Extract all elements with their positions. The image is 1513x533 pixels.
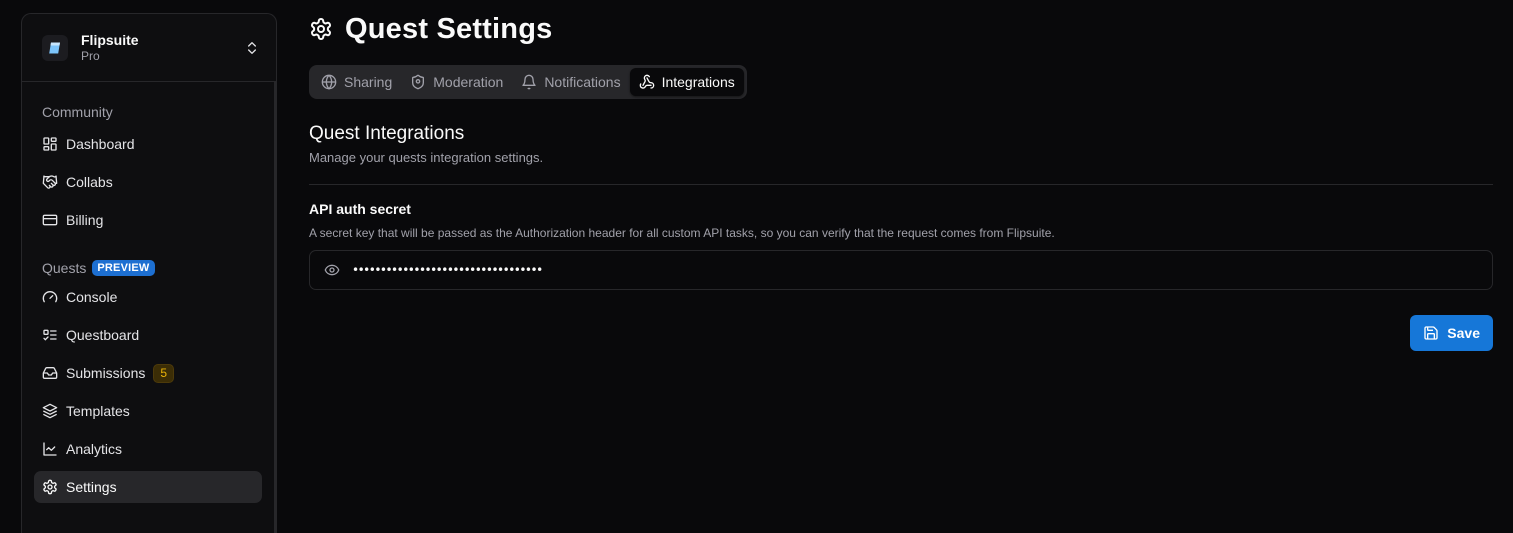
credit-card-icon <box>42 212 58 228</box>
preview-badge: PREVIEW <box>92 260 155 276</box>
gear-icon <box>309 17 333 41</box>
sidebar-item-dashboard[interactable]: Dashboard <box>34 128 262 160</box>
main-content: Quest Settings Sharing Moderation Notifi… <box>309 0 1493 351</box>
tab-label: Notifications <box>544 74 621 90</box>
sidebar-item-label: Console <box>66 289 118 305</box>
group-label-text: Quests <box>42 260 87 276</box>
shield-icon <box>412 74 425 90</box>
sidebar: Flipsuite Pro Community Dashboard Collab… <box>21 13 277 533</box>
eye-icon[interactable] <box>324 262 340 278</box>
sidebar-item-console[interactable]: Console <box>34 281 262 313</box>
sidebar-item-settings[interactable]: Settings <box>34 471 262 503</box>
workspace-name: Flipsuite <box>81 31 139 48</box>
api-secret-input[interactable] <box>352 263 1478 277</box>
tab-sharing[interactable]: Sharing <box>312 68 401 96</box>
sidebar-item-billing[interactable]: Billing <box>34 204 262 236</box>
tab-integrations[interactable]: Integrations <box>629 68 744 96</box>
sidebar-item-label: Templates <box>66 403 130 419</box>
divider <box>309 184 1493 185</box>
sidebar-item-label: Analytics <box>66 441 123 457</box>
workspace-switcher[interactable]: Flipsuite Pro <box>22 14 276 82</box>
submissions-count-badge: 5 <box>153 363 175 383</box>
api-secret-field[interactable] <box>309 250 1493 290</box>
gear-icon <box>42 479 58 495</box>
bell-icon <box>522 74 536 90</box>
save-button[interactable]: Save <box>1410 315 1493 351</box>
sidebar-item-label: Dashboard <box>66 136 135 152</box>
workspace-logo-icon <box>42 34 68 61</box>
sidebar-item-collabs[interactable]: Collabs <box>34 166 262 198</box>
tab-moderation[interactable]: Moderation <box>401 68 512 96</box>
save-icon <box>1424 326 1438 340</box>
tab-notifications[interactable]: Notifications <box>512 68 629 96</box>
tab-label: Sharing <box>344 74 393 90</box>
sidebar-item-label: Billing <box>66 212 104 228</box>
sidebar-item-label: Collabs <box>66 174 113 190</box>
layers-icon <box>42 403 58 419</box>
line-chart-icon <box>42 441 58 457</box>
save-button-label: Save <box>1447 325 1480 341</box>
inbox-icon <box>42 365 58 381</box>
sidebar-scrollbar[interactable] <box>274 82 277 533</box>
list-todo-icon <box>42 327 58 343</box>
settings-tabs: Sharing Moderation Notifications Integra… <box>309 65 747 99</box>
page-title: Quest Settings <box>345 12 553 45</box>
sidebar-item-analytics[interactable]: Analytics <box>34 433 262 465</box>
gauge-icon <box>42 289 58 305</box>
sidebar-item-label: Submissions <box>66 365 146 381</box>
group-label-community: Community <box>42 104 113 120</box>
sidebar-item-templates[interactable]: Templates <box>34 395 262 427</box>
globe-icon <box>321 74 337 90</box>
sidebar-item-label: Questboard <box>66 327 140 343</box>
tab-label: Integrations <box>661 74 735 90</box>
section-subtitle: Manage your quests integration settings. <box>309 150 544 165</box>
section-title: Quest Integrations <box>309 123 465 144</box>
sidebar-item-questboard[interactable]: Questboard <box>34 319 262 351</box>
api-secret-label: API auth secret <box>309 201 411 217</box>
dashboard-icon <box>42 136 58 152</box>
webhook-icon <box>639 74 654 89</box>
tab-label: Moderation <box>433 74 504 90</box>
workspace-plan: Pro <box>81 48 100 63</box>
sidebar-item-submissions[interactable]: Submissions 5 <box>34 357 262 389</box>
page-header: Quest Settings <box>309 0 1493 58</box>
group-label-quests: Quests PREVIEW <box>22 258 276 278</box>
chevrons-up-down-icon[interactable] <box>244 40 260 56</box>
sidebar-item-label: Settings <box>66 479 117 495</box>
api-secret-description: A secret key that will be passed as the … <box>309 226 1055 240</box>
handshake-icon <box>42 174 58 190</box>
